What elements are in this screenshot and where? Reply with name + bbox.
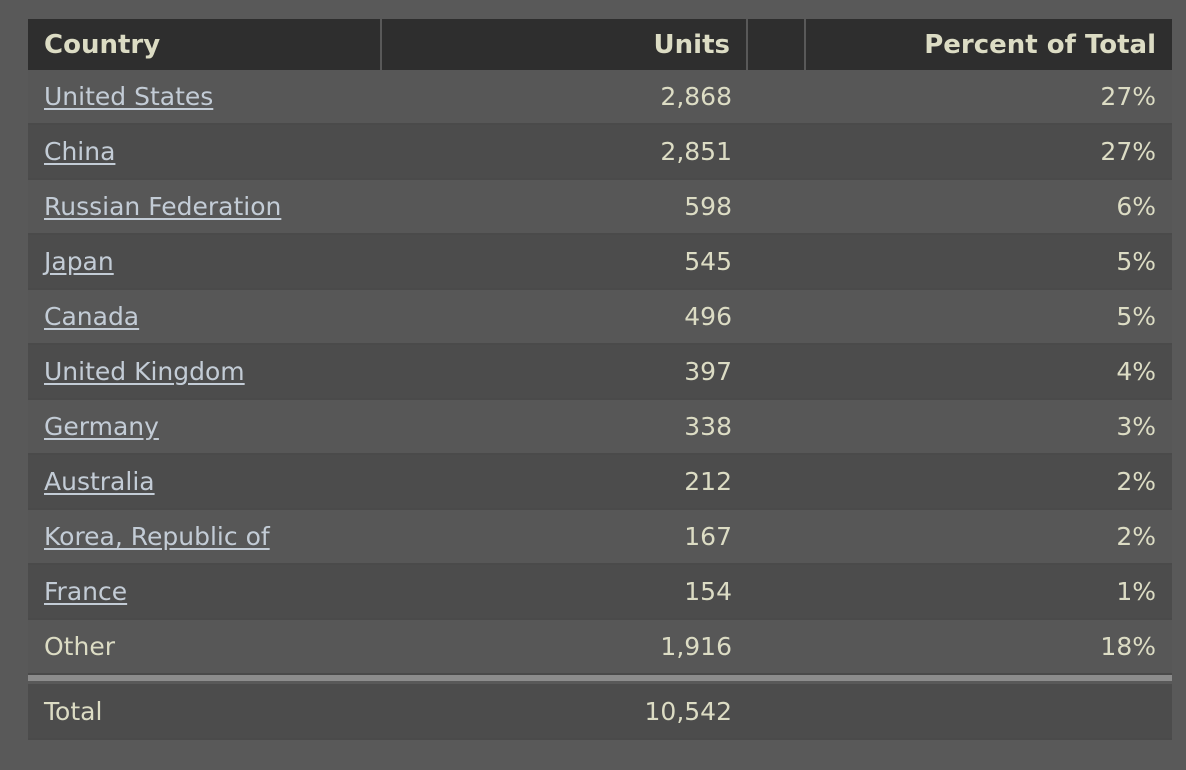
cell-spacer bbox=[748, 455, 806, 510]
column-header-country[interactable]: Country bbox=[28, 19, 382, 70]
cell-units: 2,851 bbox=[382, 125, 748, 180]
cell-spacer bbox=[748, 565, 806, 620]
cell-spacer bbox=[748, 235, 806, 290]
table-header: Country Units Percent of Total bbox=[28, 19, 1172, 70]
total-percent-value bbox=[806, 684, 1172, 740]
cell-units: 496 bbox=[382, 290, 748, 345]
total-spacer-cell bbox=[748, 684, 806, 740]
cell-percent-of-total: 5% bbox=[806, 290, 1172, 345]
table-row: United Kingdom 397 4% bbox=[28, 345, 1172, 400]
cell-spacer bbox=[748, 400, 806, 455]
cell-units: 598 bbox=[382, 180, 748, 235]
cell-country: United States bbox=[28, 70, 382, 125]
cell-percent-of-total: 27% bbox=[806, 70, 1172, 125]
table-row: France 154 1% bbox=[28, 565, 1172, 620]
country-link[interactable]: France bbox=[44, 577, 127, 606]
cell-spacer bbox=[748, 620, 806, 675]
country-link[interactable]: Australia bbox=[44, 467, 155, 496]
column-header-units[interactable]: Units bbox=[382, 19, 748, 70]
column-header-spacer[interactable] bbox=[748, 19, 806, 70]
total-row-table: Total 10,542 bbox=[28, 684, 1172, 740]
cell-spacer bbox=[748, 345, 806, 400]
cell-spacer bbox=[748, 290, 806, 345]
table-row: Other 1,916 18% bbox=[28, 620, 1172, 675]
cell-percent-of-total: 2% bbox=[806, 455, 1172, 510]
cell-units: 154 bbox=[382, 565, 748, 620]
total-units-value: 10,542 bbox=[382, 684, 748, 740]
cell-country: China bbox=[28, 125, 382, 180]
cell-country: Canada bbox=[28, 290, 382, 345]
country-label: Other bbox=[44, 632, 115, 661]
cell-units: 167 bbox=[382, 510, 748, 565]
cell-units: 212 bbox=[382, 455, 748, 510]
cell-units: 338 bbox=[382, 400, 748, 455]
table-row: Australia 212 2% bbox=[28, 455, 1172, 510]
cell-country: Russian Federation bbox=[28, 180, 382, 235]
table-body: United States 2,868 27% China 2,851 27% Russia… bbox=[28, 70, 1172, 675]
total-separator-rule bbox=[28, 675, 1172, 681]
cell-country: France bbox=[28, 565, 382, 620]
country-units-table: Country Units Percent of Total United St… bbox=[28, 19, 1172, 675]
cell-percent-of-total: 5% bbox=[806, 235, 1172, 290]
table-row: Japan 545 5% bbox=[28, 235, 1172, 290]
country-link[interactable]: Germany bbox=[44, 412, 159, 441]
table-row: China 2,851 27% bbox=[28, 125, 1172, 180]
table-row: Canada 496 5% bbox=[28, 290, 1172, 345]
cell-spacer bbox=[748, 125, 806, 180]
country-link[interactable]: United States bbox=[44, 82, 213, 111]
cell-country: Korea, Republic of bbox=[28, 510, 382, 565]
table-row: United States 2,868 27% bbox=[28, 70, 1172, 125]
cell-percent-of-total: 27% bbox=[806, 125, 1172, 180]
country-link[interactable]: China bbox=[44, 137, 115, 166]
country-link[interactable]: Russian Federation bbox=[44, 192, 281, 221]
cell-country: United Kingdom bbox=[28, 345, 382, 400]
column-header-percent-of-total[interactable]: Percent of Total bbox=[806, 19, 1172, 70]
table-header-row: Country Units Percent of Total bbox=[28, 19, 1172, 70]
cell-percent-of-total: 4% bbox=[806, 345, 1172, 400]
cell-units: 2,868 bbox=[382, 70, 748, 125]
cell-percent-of-total: 2% bbox=[806, 510, 1172, 565]
total-row: Total 10,542 bbox=[28, 684, 1172, 740]
table-row: Russian Federation 598 6% bbox=[28, 180, 1172, 235]
cell-units: 397 bbox=[382, 345, 748, 400]
cell-percent-of-total: 6% bbox=[806, 180, 1172, 235]
cell-units: 545 bbox=[382, 235, 748, 290]
cell-percent-of-total: 1% bbox=[806, 565, 1172, 620]
cell-percent-of-total: 3% bbox=[806, 400, 1172, 455]
table-page: Country Units Percent of Total United St… bbox=[0, 0, 1186, 770]
total-label: Total bbox=[28, 684, 382, 740]
cell-country: Other bbox=[28, 620, 382, 675]
country-link[interactable]: Japan bbox=[44, 247, 114, 276]
cell-country: Japan bbox=[28, 235, 382, 290]
cell-units: 1,916 bbox=[382, 620, 748, 675]
cell-country: Germany bbox=[28, 400, 382, 455]
cell-spacer bbox=[748, 70, 806, 125]
table-row: Korea, Republic of 167 2% bbox=[28, 510, 1172, 565]
country-link[interactable]: Korea, Republic of bbox=[44, 522, 270, 551]
country-link[interactable]: United Kingdom bbox=[44, 357, 245, 386]
country-link[interactable]: Canada bbox=[44, 302, 139, 331]
cell-spacer bbox=[748, 510, 806, 565]
cell-spacer bbox=[748, 180, 806, 235]
table-row: Germany 338 3% bbox=[28, 400, 1172, 455]
cell-percent-of-total: 18% bbox=[806, 620, 1172, 675]
cell-country: Australia bbox=[28, 455, 382, 510]
